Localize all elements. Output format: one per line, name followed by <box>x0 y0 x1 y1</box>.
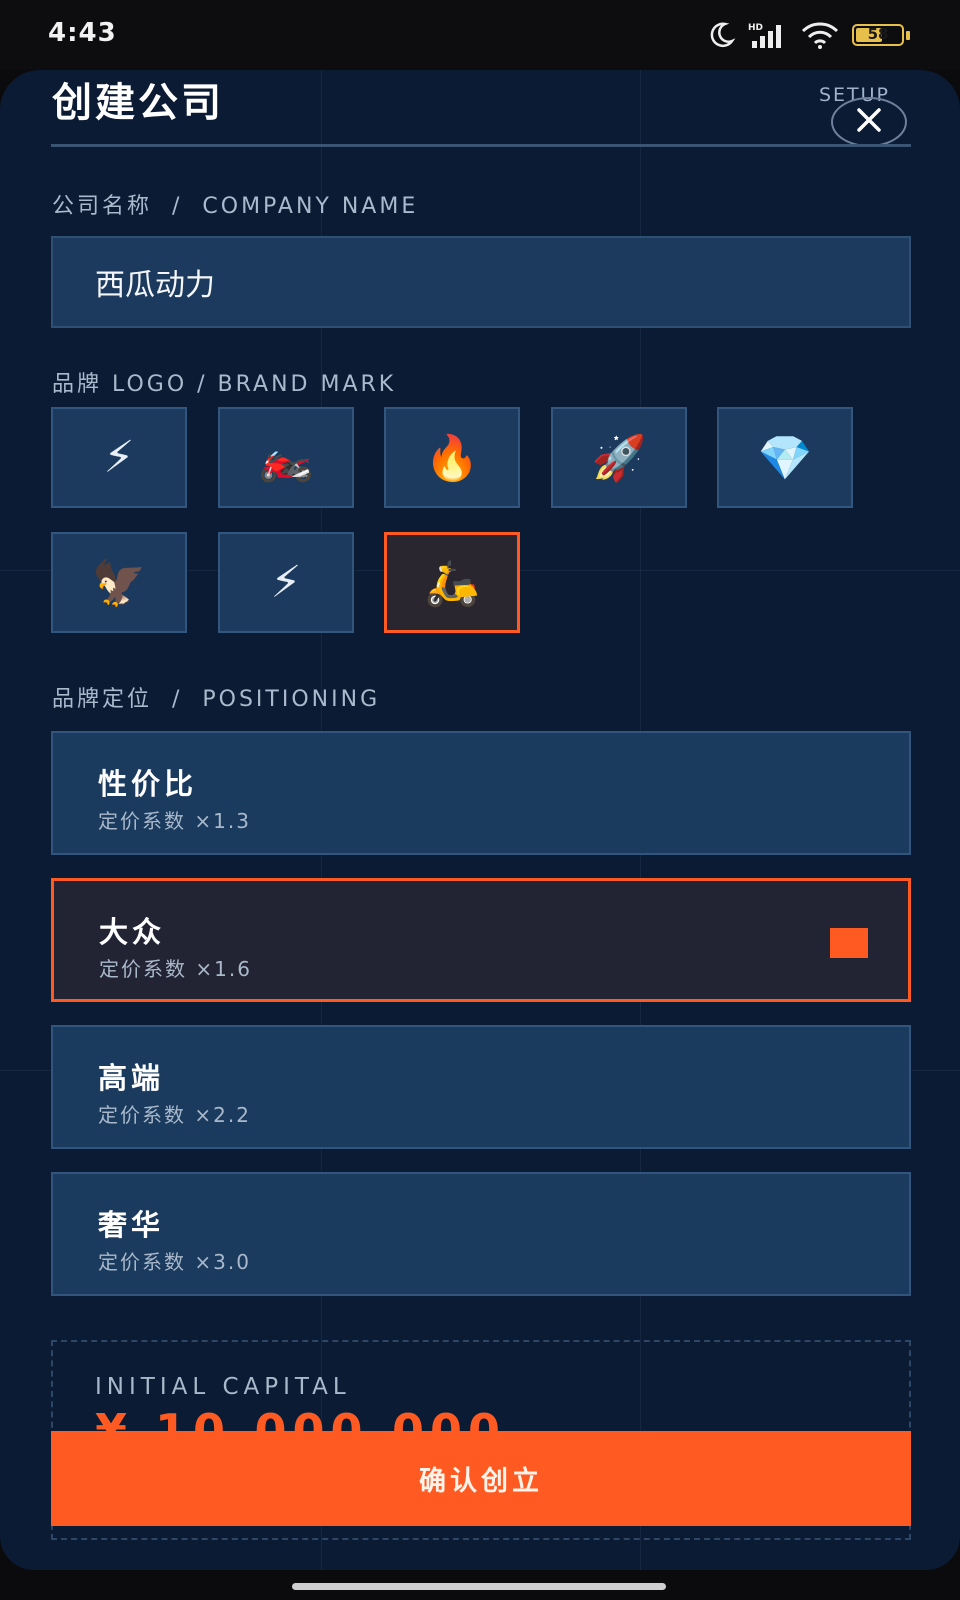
positioning-label: 品牌定位 / POSITIONING <box>52 687 381 712</box>
svg-text:HD: HD <box>748 23 763 33</box>
positioning-name: 高端 <box>98 1061 165 1095</box>
brand-logo-label: 品牌 LOGO / BRAND MARK <box>52 372 397 397</box>
diamond-icon: 💎 <box>757 432 813 484</box>
status-icons: HD 58 <box>706 20 910 50</box>
battery-icon: 58 <box>852 24 910 46</box>
status-bar: 4:43 HD 58 <box>0 0 960 70</box>
logo-option-diamond[interactable]: 💎 <box>717 407 853 508</box>
positioning-coefficient: 定价系数 ×1.6 <box>99 957 252 981</box>
company-name-input[interactable]: 西瓜动力 <box>51 236 911 328</box>
logo-option-motorcycle[interactable]: 🏍️ <box>218 407 354 508</box>
lightning-icon: ⚡ <box>103 432 135 483</box>
positioning-name: 性价比 <box>98 767 198 801</box>
positioning-coefficient: 定价系数 ×2.2 <box>98 1103 251 1127</box>
positioning-coefficient: 定价系数 ×1.3 <box>98 809 251 833</box>
positioning-option-luxury[interactable]: 奢华 定价系数 ×3.0 <box>51 1172 911 1296</box>
positioning-name: 大众 <box>99 915 166 949</box>
initial-capital-label: INITIAL CAPITAL <box>95 1374 351 1400</box>
logo-option-lightning[interactable]: ⚡ <box>51 407 187 508</box>
company-name-label: 公司名称 / COMPANY NAME <box>52 194 419 219</box>
logo-option-rocket[interactable]: 🚀 <box>551 407 687 508</box>
create-company-sheet: 创建公司 SETUP 公司名称 / COMPANY NAME 西瓜动力 品牌 L… <box>0 70 960 1570</box>
selected-indicator <box>830 928 868 958</box>
eagle-icon: 🦅 <box>91 557 147 609</box>
status-time: 4:43 <box>48 18 117 48</box>
confirm-create-button[interactable]: 确认创立 <box>51 1431 911 1526</box>
positioning-option-premium[interactable]: 高端 定价系数 ×2.2 <box>51 1025 911 1149</box>
logo-option-lightning-2[interactable]: ⚡ <box>218 532 354 633</box>
positioning-option-value[interactable]: 性价比 定价系数 ×1.3 <box>51 731 911 855</box>
lightning-icon: ⚡ <box>270 557 302 608</box>
battery-level: 58 <box>867 25 889 43</box>
scooter-icon: 🛵 <box>424 557 480 609</box>
home-indicator[interactable] <box>292 1583 666 1590</box>
positioning-coefficient: 定价系数 ×3.0 <box>98 1250 251 1274</box>
header-divider <box>51 144 911 147</box>
motorcycle-icon: 🏍️ <box>258 432 314 484</box>
close-button[interactable] <box>831 97 907 147</box>
fire-icon: 🔥 <box>424 432 480 484</box>
positioning-name: 奢华 <box>98 1208 165 1242</box>
close-icon <box>855 106 883 138</box>
rocket-icon: 🚀 <box>591 432 647 484</box>
page-title: 创建公司 <box>52 80 224 126</box>
positioning-option-mass[interactable]: 大众 定价系数 ×1.6 <box>51 878 911 1002</box>
logo-option-fire[interactable]: 🔥 <box>384 407 520 508</box>
wifi-icon <box>800 21 840 49</box>
logo-option-scooter[interactable]: 🛵 <box>384 532 520 633</box>
signal-icon: HD <box>748 21 788 49</box>
moon-icon <box>706 20 736 50</box>
logo-option-eagle[interactable]: 🦅 <box>51 532 187 633</box>
